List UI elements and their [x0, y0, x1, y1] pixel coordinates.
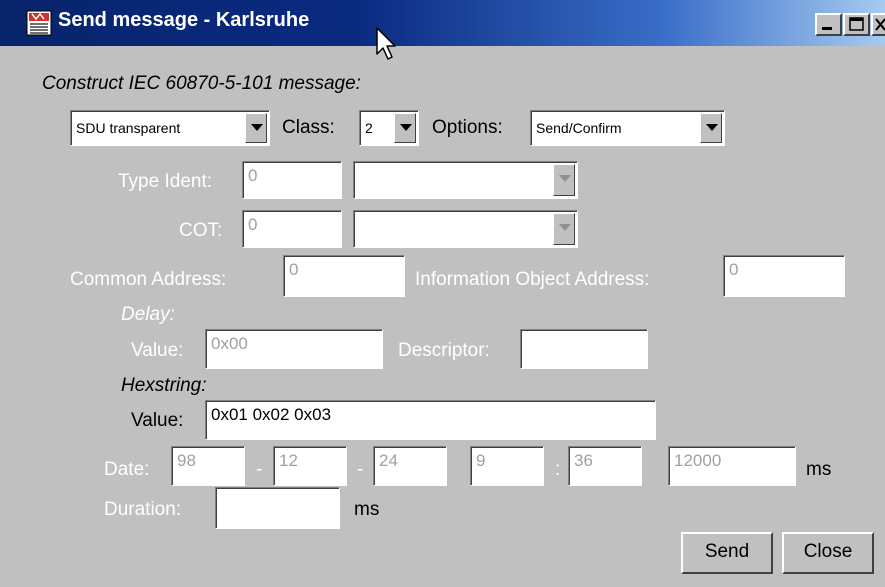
mouse-cursor-icon [376, 27, 396, 60]
mode-select-value: SDU transparent [76, 120, 181, 136]
descriptor-label: Descriptor: [398, 340, 490, 361]
type-ident-dropdown-button[interactable] [553, 164, 575, 196]
date-separator: - [256, 459, 263, 480]
time-separator: : [555, 459, 561, 480]
send-button[interactable]: Send [681, 532, 773, 574]
chevron-down-icon [400, 124, 412, 131]
date-label: Date: [104, 459, 150, 480]
cot-field[interactable]: 0 [242, 210, 342, 248]
options-select[interactable]: Send/Confirm [530, 110, 725, 146]
cot-dropdown-button[interactable] [553, 213, 575, 245]
hexstring-value-label: Value: [131, 410, 184, 431]
duration-field[interactable] [215, 487, 340, 529]
minimize-button[interactable] [815, 13, 842, 36]
class-select-value: 2 [365, 120, 373, 136]
close-icon [875, 18, 885, 31]
ioa-field[interactable]: 0 [723, 255, 845, 297]
chevron-down-icon [706, 124, 718, 131]
hexstring-value-field[interactable]: 0x01 0x02 0x03 [205, 400, 656, 440]
date-month-field[interactable]: 12 [273, 446, 347, 486]
options-label: Options: [432, 117, 503, 138]
ms-unit-label: ms [806, 459, 832, 480]
time-hour-field[interactable]: 9 [470, 446, 544, 486]
date-day-field[interactable]: 24 [373, 446, 447, 486]
delay-value-field[interactable]: 0x00 [205, 329, 383, 369]
chevron-down-icon [559, 224, 571, 231]
app-icon [26, 10, 52, 36]
time-minute-field[interactable]: 36 [568, 446, 642, 486]
type-ident-field[interactable]: 0 [242, 161, 342, 199]
date-year-field[interactable]: 98 [171, 446, 245, 486]
duration-unit-label: ms [354, 499, 380, 520]
window-title: Send message - Karlsruhe [58, 9, 310, 31]
delay-heading: Delay: [121, 304, 175, 325]
common-address-field[interactable]: 0 [283, 255, 405, 297]
hexstring-heading: Hexstring: [121, 375, 207, 396]
mode-select[interactable]: SDU transparent [70, 110, 270, 146]
common-address-label: Common Address: [70, 269, 227, 290]
maximize-icon [849, 17, 864, 31]
close-window-button[interactable] [871, 13, 885, 36]
options-dropdown-button[interactable] [700, 113, 722, 143]
class-label: Class: [282, 117, 335, 138]
time-ms-field[interactable]: 12000 [668, 446, 796, 486]
date-separator: - [357, 459, 364, 480]
class-dropdown-button[interactable] [394, 113, 416, 143]
cot-label: COT: [179, 220, 223, 241]
type-ident-label: Type Ident: [118, 171, 213, 192]
mode-dropdown-button[interactable] [245, 113, 267, 143]
descriptor-field[interactable] [520, 329, 648, 369]
close-button[interactable]: Close [782, 532, 874, 574]
section-heading: Construct IEC 60870-5-101 message: [42, 73, 361, 94]
ioa-label: Information Object Address: [415, 269, 650, 290]
class-select[interactable]: 2 [359, 110, 419, 146]
type-ident-select[interactable] [353, 161, 578, 199]
chevron-down-icon [559, 175, 571, 182]
cot-select[interactable] [353, 210, 578, 248]
delay-value-label: Value: [131, 340, 184, 361]
chevron-down-icon [251, 124, 263, 131]
duration-label: Duration: [104, 499, 182, 520]
minimize-icon [822, 27, 832, 30]
maximize-button[interactable] [843, 13, 870, 36]
options-select-value: Send/Confirm [536, 120, 622, 136]
